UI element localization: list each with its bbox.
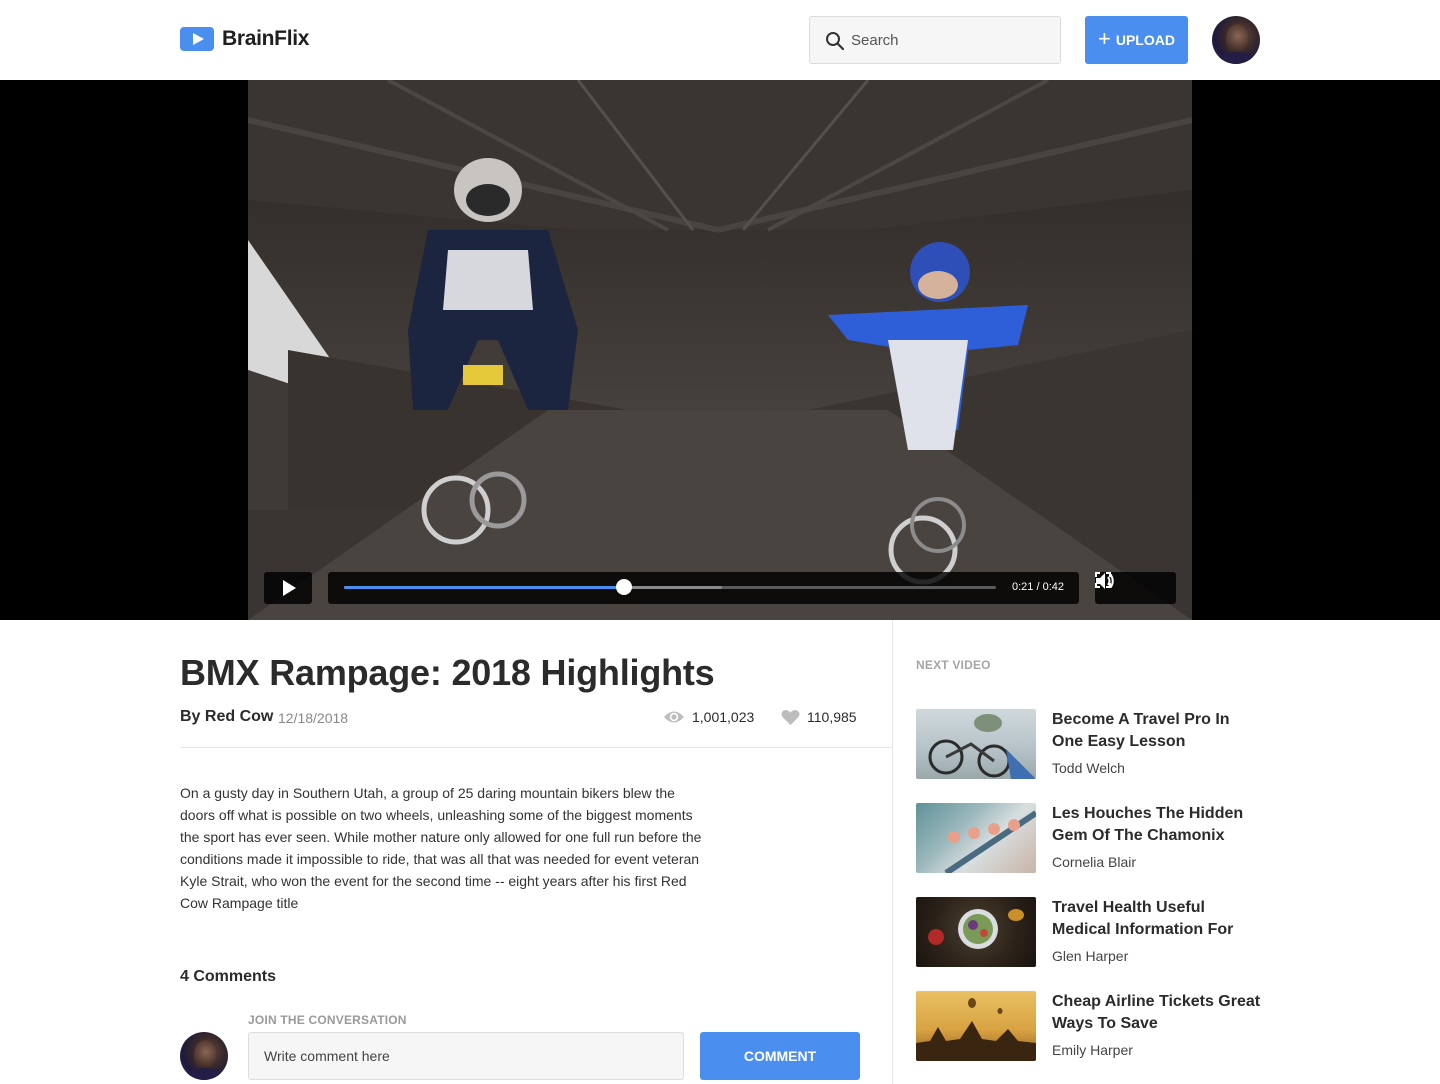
- sidebar-divider: [892, 620, 893, 1084]
- comment-button[interactable]: COMMENT: [700, 1032, 860, 1080]
- video-thumbnail[interactable]: [916, 709, 1036, 779]
- video-thumbnail[interactable]: [916, 991, 1036, 1061]
- progress-scrubber[interactable]: [616, 579, 633, 595]
- next-video-author: Cornelia Blair: [1052, 854, 1137, 870]
- upload-date: 12/18/2018: [278, 710, 349, 726]
- next-video-title[interactable]: Become A Travel Pro In One Easy Lesson: [1052, 709, 1262, 753]
- video-thumbnail[interactable]: [916, 803, 1036, 873]
- next-video-title[interactable]: Travel Health Useful Medical Information…: [1052, 897, 1262, 941]
- played-bar: [344, 586, 625, 589]
- logo-text: BrainFlix: [222, 27, 310, 50]
- search-input[interactable]: [851, 17, 1051, 63]
- search-box[interactable]: [809, 16, 1061, 64]
- video-still-image: [248, 80, 1192, 620]
- video-description: On a gusty day in Southern Utah, a group…: [180, 785, 702, 911]
- progress-track[interactable]: [344, 579, 996, 595]
- eye-icon: [664, 711, 684, 723]
- upload-button[interactable]: + UPLOAD: [1085, 16, 1188, 64]
- brainflix-logo[interactable]: BrainFlix: [180, 27, 309, 51]
- timecode: 0:21 / 0:42: [1012, 581, 1064, 593]
- next-video-author: Todd Welch: [1052, 760, 1125, 776]
- site-header: BrainFlix + UPLOAD: [0, 0, 1440, 80]
- view-count: 1,001,023: [692, 709, 755, 725]
- commenter-avatar: [180, 1032, 228, 1080]
- next-video-title[interactable]: Cheap Airline Tickets Great Ways To Save: [1052, 991, 1262, 1035]
- next-video-item[interactable]: Cheap Airline Tickets Great Ways To Save…: [916, 991, 1260, 1071]
- player-controls-right: [1095, 572, 1176, 604]
- comment-input[interactable]: [248, 1032, 684, 1080]
- play-button[interactable]: [264, 572, 312, 604]
- like-count: 110,985: [807, 709, 857, 725]
- video-thumbnail[interactable]: [916, 897, 1036, 967]
- next-video-heading: NEXT VIDEO: [916, 658, 991, 672]
- next-video-author: Glen Harper: [1052, 948, 1129, 964]
- next-video-item[interactable]: Travel Health Useful Medical Information…: [916, 897, 1260, 977]
- video-player: 0:21 / 0:42: [0, 80, 1440, 620]
- channel-byline[interactable]: By Red Cow: [180, 708, 273, 726]
- plus-icon: +: [1098, 26, 1111, 51]
- next-video-item[interactable]: Become A Travel Pro In One Easy Lesson T…: [916, 709, 1260, 789]
- video-title: BMX Rampage: 2018 Highlights: [180, 652, 715, 693]
- heart-icon[interactable]: [781, 709, 800, 726]
- next-video-title[interactable]: Les Houches The Hidden Gem Of The Chamon…: [1052, 803, 1262, 847]
- next-video-item[interactable]: Les Houches The Hidden Gem Of The Chamon…: [916, 803, 1260, 883]
- search-icon: [826, 32, 845, 51]
- comments-count: 4 Comments: [180, 968, 277, 985]
- upload-label: UPLOAD: [1115, 32, 1175, 48]
- video-frame[interactable]: 0:21 / 0:42: [248, 80, 1192, 620]
- play-logo-icon: [180, 27, 214, 51]
- volume-icon[interactable]: [1095, 572, 1115, 590]
- details-divider: [180, 747, 892, 748]
- next-video-author: Emily Harper: [1052, 1042, 1133, 1058]
- user-avatar[interactable]: [1212, 16, 1260, 64]
- progress-bar[interactable]: 0:21 / 0:42: [328, 572, 1079, 604]
- join-conversation-label: JOIN THE CONVERSATION: [248, 1013, 407, 1027]
